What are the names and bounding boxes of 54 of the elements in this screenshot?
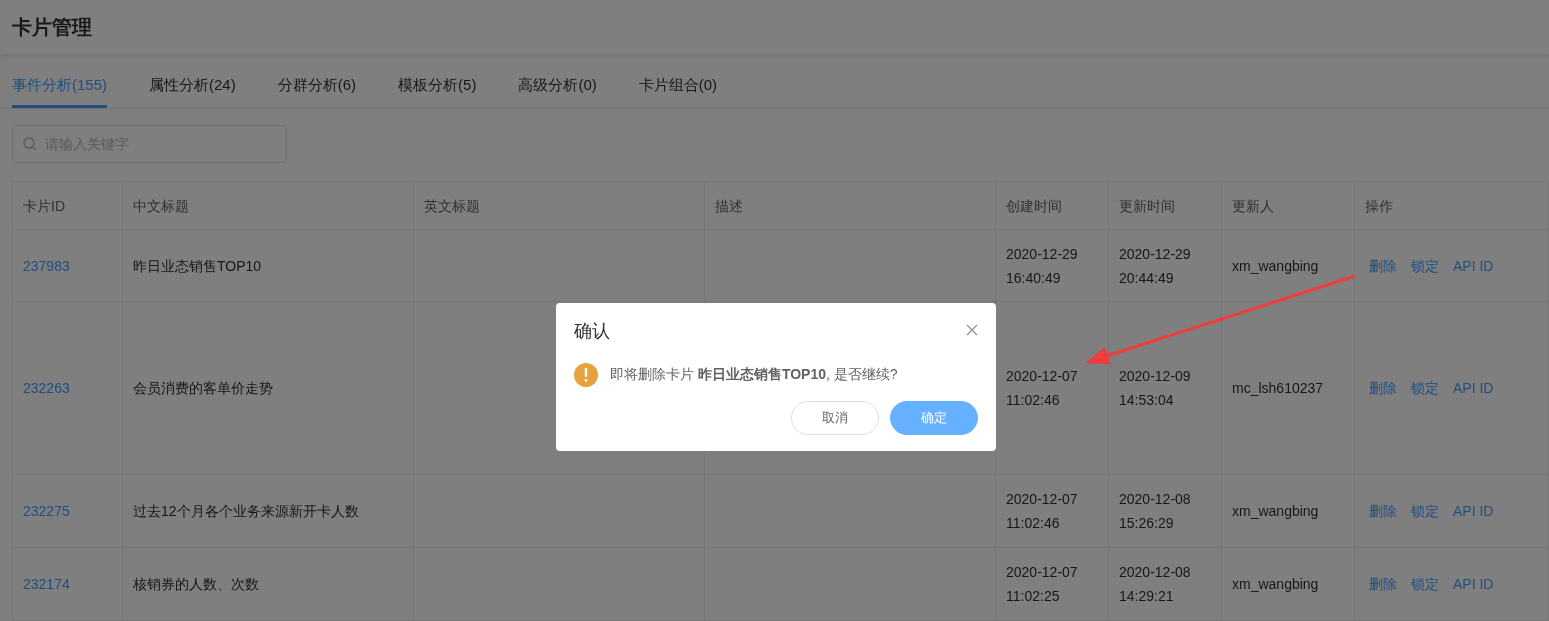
table-cell-text: 会员消费的客单价走势 (133, 379, 273, 398)
table-cell-text: 2020-12-08 15:26:29 (1119, 490, 1192, 533)
table-cell-text: 2020-12-07 11:02:46 (1006, 490, 1079, 533)
action-link[interactable]: 删除 (1369, 572, 1397, 596)
cancel-button[interactable]: 取消 (791, 401, 879, 435)
action-link[interactable]: 删除 (1369, 499, 1397, 523)
action-link[interactable]: API ID (1453, 253, 1494, 278)
dialog-title: 确认 (574, 320, 610, 343)
action-link[interactable]: API ID (1453, 376, 1494, 400)
column-header: 卡片ID (23, 196, 65, 216)
table-cell-text: mc_lsh610237 (1232, 379, 1324, 398)
table-cell-text: 2020-12-08 14:29:21 (1119, 563, 1192, 606)
table-cell-text: 2020-12-09 14:53:04 (1119, 367, 1192, 410)
table-cell-text: 2020-12-07 11:02:25 (1006, 563, 1079, 606)
dialog-message: 即将删除卡片 昨日业态销售TOP10, 是否继续? (610, 366, 898, 384)
tab[interactable]: 模板分析(5) (398, 74, 477, 108)
column-header: 英文标题 (424, 196, 480, 216)
action-link[interactable]: API ID (1453, 499, 1494, 523)
confirm-button[interactable]: 确定 (890, 401, 978, 435)
tab[interactable]: 卡片组合(0) (638, 74, 718, 108)
action-link[interactable]: 锁定 (1411, 499, 1439, 523)
column-header: 创建时间 (1006, 196, 1062, 216)
column-header: 描述 (715, 196, 743, 216)
action-link[interactable]: API ID (1453, 572, 1494, 596)
table-cell-text: 2020-12-07 11:02:46 (1006, 367, 1079, 410)
column-header: 操作 (1365, 196, 1393, 216)
tab[interactable]: 事件分析(155) (12, 74, 108, 108)
action-link[interactable]: 锁定 (1411, 572, 1439, 596)
table-cell-text: xm_wangbing (1232, 502, 1319, 521)
tab[interactable]: 分群分析(6) (277, 74, 357, 108)
action-link[interactable]: 删除 (1369, 253, 1397, 278)
card-id-link[interactable]: 232174 (23, 572, 70, 596)
table-cell-text: xm_wangbing (1232, 256, 1319, 276)
column-header: 更新人 (1232, 196, 1274, 216)
column-header: 中文标题 (133, 196, 189, 216)
table-cell-text: 核销券的人数、次数 (133, 575, 259, 594)
tab[interactable]: 属性分析(24) (149, 74, 236, 108)
card-id-link[interactable]: 232275 (23, 499, 70, 523)
table-cell-text: 昨日业态销售TOP10 (133, 256, 262, 276)
table-cell-text: 2020-12-29 20:44:49 (1119, 244, 1192, 288)
card-id-link[interactable]: 237983 (23, 253, 70, 278)
table-cell-text: 过去12个月各个业务来源新开卡人数 (133, 502, 359, 521)
table-cell-text: xm_wangbing (1232, 575, 1319, 594)
search-icon (23, 137, 37, 151)
action-link[interactable]: 删除 (1369, 376, 1397, 400)
page-title: 卡片管理 (12, 14, 92, 40)
close-icon[interactable] (966, 324, 978, 336)
table-cell-text: 2020-12-29 16:40:49 (1006, 244, 1079, 288)
action-link[interactable]: 锁定 (1411, 253, 1439, 278)
action-link[interactable]: 锁定 (1411, 376, 1439, 400)
warning-icon (574, 363, 598, 387)
tab[interactable]: 高级分析(0) (518, 74, 597, 108)
column-header: 更新时间 (1119, 196, 1175, 216)
card-id-link[interactable]: 232263 (23, 376, 70, 400)
